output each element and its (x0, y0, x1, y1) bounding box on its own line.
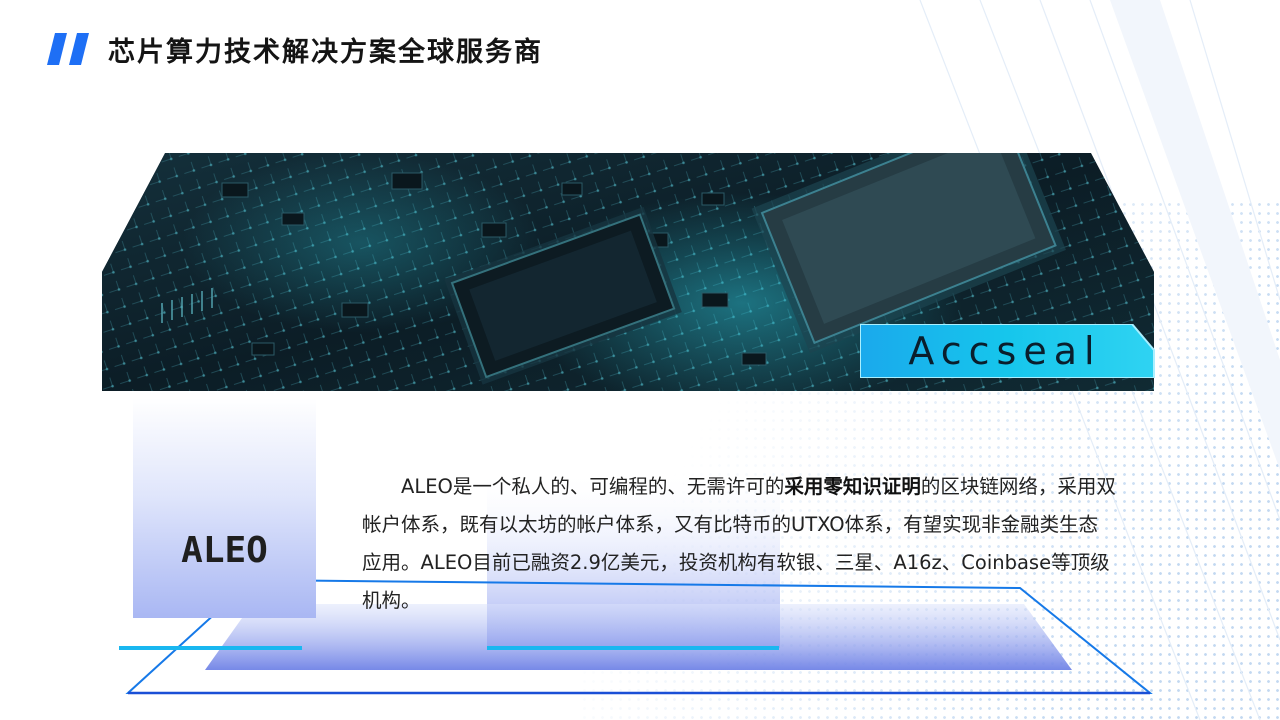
project-name: ALEO (181, 530, 268, 571)
description-text-start: ALEO是一个私人的、可编程的、无需许可的 (401, 475, 785, 498)
description-emphasis: 采用零知识证明 (784, 475, 921, 498)
page-title: 芯片算力技术解决方案全球服务商 (108, 37, 543, 68)
project-description: ALEO是一个私人的、可编程的、无需许可的采用零知识证明的区块链网络，采用双帐户… (362, 468, 1117, 620)
brand-name: Accseal (908, 329, 1102, 373)
brand-tag: Accseal (859, 323, 1160, 379)
aleo-tile (133, 398, 316, 618)
header-accent-icon (47, 33, 89, 65)
